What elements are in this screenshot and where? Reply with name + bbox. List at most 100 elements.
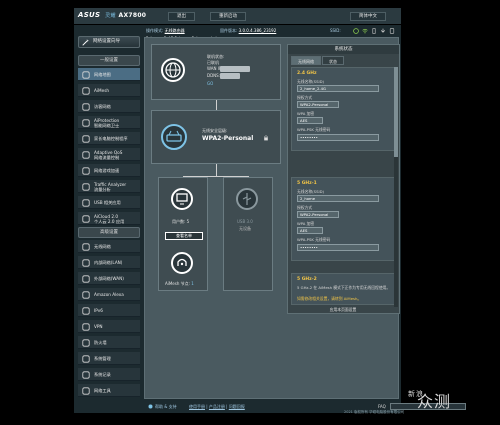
- menu-icon: [82, 119, 90, 127]
- sidebar-item-label: USB 相关应用: [94, 200, 121, 205]
- apply-button[interactable]: 应用本页面设置: [318, 307, 368, 313]
- watermark: 新浪众测: [408, 388, 451, 412]
- router-admin-window: ASUS 灵耀 AX7800 退出 重新启动 简体中文 操作模式: 无线路由器 …: [74, 8, 466, 413]
- internet-status-icon[interactable]: [353, 28, 359, 34]
- sidebar-item-advanced-1[interactable]: 内部网络(LAN): [78, 256, 140, 269]
- enc-24-select[interactable]: AES: [297, 117, 323, 124]
- firmware-update-icon[interactable]: [380, 28, 386, 34]
- reboot-button[interactable]: 重新启动: [210, 12, 246, 21]
- language-select[interactable]: 简体中文: [350, 12, 386, 21]
- band-24-title: 2.4 GHz: [297, 71, 317, 76]
- logout-button[interactable]: 退出: [168, 12, 195, 21]
- connector-line-2: [216, 164, 217, 176]
- brand-logo: ASUS 灵耀 AX7800: [78, 11, 146, 19]
- quick-setup-button[interactable]: 网络设置向导: [78, 36, 140, 48]
- menu-icon: [82, 243, 90, 251]
- aimesh-label: AiMesh 节点:: [165, 281, 190, 286]
- auth-5-1-select[interactable]: WPA2-Personal: [297, 211, 339, 218]
- band-5-2-note-link[interactable]: 如需修改相关设置，请转到 AiMesh。: [297, 296, 361, 302]
- sidebar-item-sublabel: 流量分析: [94, 187, 111, 192]
- usb-status-icon[interactable]: [371, 28, 377, 34]
- scrollbar-thumb[interactable]: [394, 67, 398, 157]
- firmware-link[interactable]: 3.0.0.4.386_23192: [239, 28, 277, 33]
- mode-link[interactable]: 无线路由器: [165, 28, 185, 33]
- band-5ghz2-section: 5 GHz-2 5 GHz-2 在 AiMesh 模式下正作为专用无线回程使用。…: [291, 273, 395, 305]
- clients-label: 用户数: 5: [172, 219, 189, 225]
- aimesh-count: 1: [191, 281, 194, 286]
- sidebar-item-label: Amazon Alexa: [94, 292, 124, 297]
- sidebar-item-general-3[interactable]: AiProtection 智能网络卫士: [78, 116, 140, 129]
- ssid-5-1-input[interactable]: 2_home: [297, 195, 379, 202]
- sidebar-item-general-7[interactable]: Traffic Analyzer 流量分析: [78, 180, 140, 193]
- panel-scrollbar[interactable]: [394, 67, 398, 307]
- top-bar: ASUS 灵耀 AX7800 退出 重新启动 简体中文: [74, 8, 401, 25]
- sidebar-item-advanced-6[interactable]: 防火墙: [78, 336, 140, 349]
- auth-24-select[interactable]: WPA2-Personal: [297, 101, 339, 108]
- app-icon[interactable]: [389, 28, 395, 34]
- sidebar: 网络设置向导 一般设置 网络地图 AiMesh 访客网络 AiProtection 智能…: [74, 28, 144, 398]
- clients-card[interactable]: 用户数: 5 查看名单 AiMesh 节点: 1: [158, 177, 208, 291]
- sidebar-item-label: 系统记录: [94, 372, 111, 377]
- view-list-button[interactable]: 查看名单: [165, 232, 203, 240]
- operation-mode: 操作模式: 无线路由器: [146, 28, 185, 34]
- band-5-1-title: 5 GHz-1: [297, 181, 317, 186]
- sidebar-item-general-4[interactable]: 家长电脑控制程序: [78, 132, 140, 145]
- menu-icon: [82, 355, 90, 363]
- sidebar-item-general-8[interactable]: USB 相关应用: [78, 196, 140, 209]
- sidebar-item-advanced-8[interactable]: 系统记录: [78, 368, 140, 381]
- sidebar-item-advanced-9[interactable]: 网络工具: [78, 384, 140, 397]
- clients-count: 5: [186, 219, 190, 224]
- wireless-status-icon[interactable]: [362, 28, 368, 34]
- sidebar-item-advanced-2[interactable]: 外部网络(WAN): [78, 272, 140, 285]
- router-card[interactable]: 无线安全层级: WPA2-Personal: [151, 110, 281, 164]
- sidebar-item-advanced-0[interactable]: 无线网络: [78, 240, 140, 253]
- sidebar-item-advanced-7[interactable]: 系统管理: [78, 352, 140, 365]
- sidebar-item-label: 家长电脑控制程序: [94, 136, 128, 141]
- manual-link[interactable]: 使用手册: [189, 404, 205, 409]
- register-link[interactable]: 产品注册: [209, 404, 225, 409]
- mode-label: 操作模式:: [146, 28, 164, 33]
- menu-icon: [82, 307, 90, 315]
- sidebar-item-general-1[interactable]: AiMesh: [78, 84, 140, 97]
- wan-ip-redacted: [220, 66, 250, 72]
- watermark-big: 众测: [417, 392, 452, 411]
- sidebar-item-general-9[interactable]: AiCloud 2.0 个人云 2.0 应用: [78, 212, 140, 225]
- usb-card[interactable]: USB 3.0 无设备: [223, 177, 273, 291]
- menu-icon: [82, 103, 90, 111]
- enc-5-1-select[interactable]: AES: [297, 227, 323, 234]
- sidebar-item-label: 网络游戏加速: [94, 168, 120, 173]
- security-level-value: WPA2-Personal: [202, 135, 254, 142]
- ddns-redacted: [220, 73, 240, 79]
- internet-card[interactable]: 联机状态: 已联机 WAN IP: DDNS: GO: [151, 44, 281, 100]
- sidebar-item-general-6[interactable]: 网络游戏加速: [78, 164, 140, 177]
- feedback-link[interactable]: 问题回报: [229, 404, 245, 409]
- sidebar-item-label: 系统管理: [94, 356, 111, 361]
- sidebar-item-label: 访客网络: [94, 104, 111, 109]
- aimesh-icon[interactable]: [171, 252, 193, 274]
- brand-subtitle: 灵耀: [105, 13, 116, 19]
- sidebar-item-label: IPv6: [94, 308, 103, 313]
- sidebar-item-sublabel: 智能网络卫士: [94, 123, 120, 128]
- menu-icon: [82, 387, 90, 395]
- sidebar-item-general-5[interactable]: Adaptive QoS 网络流量控制: [78, 148, 140, 161]
- sidebar-item-general-0[interactable]: 网络地图: [78, 68, 140, 81]
- menu-icon: [82, 371, 90, 379]
- globe-icon: [161, 58, 185, 82]
- menu-icon: [82, 151, 90, 159]
- help-support-link[interactable]: 帮助 & 支持: [155, 404, 177, 410]
- sidebar-item-general-2[interactable]: 访客网络: [78, 100, 140, 113]
- sidebar-item-advanced-4[interactable]: IPv6: [78, 304, 140, 317]
- tab-wireless[interactable]: 无线网络: [291, 56, 321, 65]
- key-5-1-input[interactable]: ••••••••: [297, 244, 379, 251]
- sidebar-item-label: 网络工具: [94, 388, 111, 393]
- sidebar-item-label: 防火墙: [94, 340, 107, 345]
- tab-status[interactable]: 状态: [322, 56, 344, 65]
- sidebar-item-advanced-3[interactable]: Amazon Alexa: [78, 288, 140, 301]
- menu-icon: [82, 291, 90, 299]
- firmware-label: 固件版本:: [220, 28, 238, 33]
- key-24-input[interactable]: ••••••••: [297, 134, 379, 141]
- ssid-24-input[interactable]: 2_home_2.4G: [297, 85, 379, 92]
- sidebar-item-advanced-5[interactable]: VPN: [78, 320, 140, 333]
- ddns-go-link[interactable]: GO: [207, 81, 213, 86]
- copyright: 2021 版权所有 华硕电脑股份有限公司: [344, 410, 405, 414]
